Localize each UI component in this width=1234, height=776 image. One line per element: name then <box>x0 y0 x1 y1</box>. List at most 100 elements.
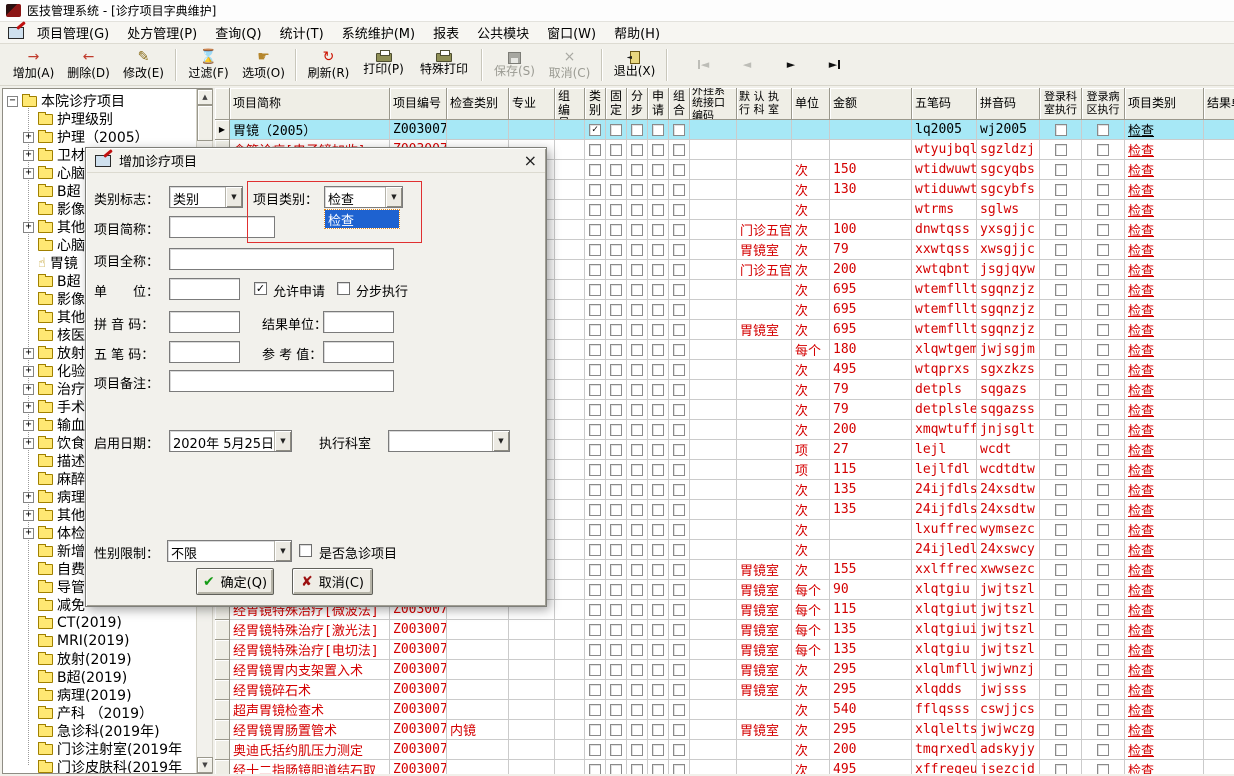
checkbox-cb_apply[interactable] <box>652 223 664 236</box>
checkbox-cb_apply[interactable] <box>652 263 664 276</box>
checkbox-cb_login_dept[interactable] <box>1054 663 1067 676</box>
checkbox-cb_login_dept[interactable] <box>1054 163 1067 176</box>
checkbox-cb_fixed[interactable] <box>610 523 622 536</box>
checkbox-cb_login_dept[interactable] <box>1054 423 1067 436</box>
category-flag-combo[interactable]: 类别 ▼ <box>169 186 243 208</box>
checkbox-cb_apply[interactable] <box>652 743 664 756</box>
table-row[interactable]: 经胃镜胃内支架置入术 Z003007 胃镜室次 295 xlqlmfll jwjwnzj 检… <box>215 660 1234 680</box>
ref-value-input[interactable] <box>323 341 394 363</box>
table-row[interactable]: ▶ 胃镜（2005） Z003007 ✓ lq2005 wj2005 检查 <box>215 120 1234 140</box>
checkbox-cb_fixed[interactable] <box>610 443 622 456</box>
checkbox-cb_group[interactable] <box>673 143 685 156</box>
scroll-down-button[interactable]: ▼ <box>197 757 213 773</box>
chevron-down-icon[interactable]: ▼ <box>492 431 509 451</box>
nav-next-button[interactable]: ► <box>776 54 806 76</box>
exec-dept-combo[interactable]: ▼ <box>388 430 510 452</box>
checkbox-cb_login_ward[interactable] <box>1097 283 1109 296</box>
checkbox-cb_step[interactable] <box>631 423 643 436</box>
checkbox-cb_class[interactable] <box>589 283 601 296</box>
checkbox-cb_login_dept[interactable] <box>1054 623 1067 636</box>
checkbox-cb_step[interactable] <box>631 443 643 456</box>
checkbox-cb_class[interactable] <box>589 743 601 756</box>
checkbox-cb_login_ward[interactable] <box>1097 163 1109 176</box>
table-row[interactable]: 经十二指肠镜胆道结石取 Z003007 次 495 xffreqeu jsezcjd 检查 <box>215 760 1234 774</box>
dialog-close-button[interactable]: × <box>524 151 537 171</box>
checkbox-cb_fixed[interactable] <box>610 343 622 356</box>
checkbox-cb_apply[interactable] <box>652 603 664 616</box>
checkbox-cb_apply[interactable] <box>652 463 664 476</box>
full-name-input[interactable] <box>169 248 394 270</box>
tree-item[interactable]: 护理级别 <box>3 110 198 128</box>
checkbox-cb_class[interactable] <box>589 543 601 556</box>
checkbox-cb_group[interactable] <box>673 543 685 556</box>
checkbox-cb_login_dept[interactable] <box>1054 283 1067 296</box>
checkbox-cb_login_dept[interactable] <box>1054 203 1067 216</box>
checkbox-cb_fixed[interactable] <box>610 123 622 136</box>
checkbox-cb_group[interactable] <box>673 123 685 136</box>
checkbox-cb_apply[interactable] <box>652 723 664 736</box>
checkbox-cb_login_ward[interactable] <box>1097 223 1109 236</box>
checkbox-cb_group[interactable] <box>673 183 685 196</box>
checkbox-cb_apply[interactable] <box>652 543 664 556</box>
checkbox-cb_class[interactable] <box>589 203 601 216</box>
checkbox-cb_login_ward[interactable] <box>1097 303 1109 316</box>
checkbox-cb_step[interactable] <box>631 703 643 716</box>
checkbox-cb_class[interactable] <box>589 323 601 336</box>
checkbox-cb_login_dept[interactable] <box>1054 483 1067 496</box>
tree-expand-box[interactable]: + <box>23 149 34 161</box>
checkbox-cb_apply[interactable] <box>652 503 664 516</box>
tree-expand-box[interactable]: + <box>23 527 34 539</box>
wubi-input[interactable] <box>169 341 240 363</box>
checkbox-cb_fixed[interactable] <box>610 483 622 496</box>
checkbox-cb_login_dept[interactable] <box>1054 183 1067 196</box>
checkbox-cb_class[interactable] <box>589 683 601 696</box>
refresh-button[interactable]: ↻ 刷新(R) <box>301 46 356 84</box>
checkbox-cb_group[interactable] <box>673 643 685 656</box>
checkbox-cb_login_dept[interactable] <box>1054 403 1067 416</box>
checkbox-cb_step[interactable] <box>631 503 643 516</box>
checkbox-cb_step[interactable] <box>631 263 643 276</box>
checkbox-cb_apply[interactable] <box>652 143 664 156</box>
nav-first-button[interactable]: ◄ <box>688 54 718 76</box>
checkbox-cb_fixed[interactable] <box>610 563 622 576</box>
checkbox-cb_login_dept[interactable] <box>1054 543 1067 556</box>
checkbox-cb_login_ward[interactable] <box>1097 503 1109 516</box>
special-print-button[interactable]: 特殊打印 <box>411 46 477 84</box>
checkbox-cb_step[interactable] <box>631 303 643 316</box>
checkbox-cb_login_dept[interactable] <box>1054 143 1067 156</box>
checkbox-cb_login_ward[interactable] <box>1097 763 1109 774</box>
checkbox-cb_fixed[interactable] <box>610 243 622 256</box>
delete-button[interactable]: ← 删除(D) <box>61 46 116 84</box>
checkbox-cb_login_dept[interactable] <box>1054 523 1067 536</box>
checkbox-cb_login_dept[interactable] <box>1054 683 1067 696</box>
checkbox-cb_fixed[interactable] <box>610 643 622 656</box>
tree-expand-box[interactable]: − <box>7 95 18 107</box>
checkbox-cb_class[interactable] <box>589 403 601 416</box>
checkbox-cb_step[interactable] <box>631 383 643 396</box>
checkbox-cb_login_dept[interactable] <box>1054 643 1067 656</box>
checkbox-cb_apply[interactable] <box>652 523 664 536</box>
checkbox-cb_class[interactable] <box>589 583 601 596</box>
checkbox-cb_login_ward[interactable] <box>1097 183 1109 196</box>
checkbox-cb_fixed[interactable] <box>610 383 622 396</box>
tree-item[interactable]: 急诊科(2019年) <box>3 722 198 740</box>
tree-item[interactable]: B超(2019) <box>3 668 198 686</box>
tree-item[interactable]: 门诊注射室(2019年 <box>3 740 198 758</box>
checkbox-cb_fixed[interactable] <box>610 403 622 416</box>
checkbox-cb_login_ward[interactable] <box>1097 463 1109 476</box>
checkbox-cb_class[interactable] <box>589 563 601 576</box>
checkbox-cb_fixed[interactable] <box>610 423 622 436</box>
checkbox-cb_fixed[interactable] <box>610 263 622 276</box>
checkbox-cb_step[interactable] <box>631 223 643 236</box>
checkbox-cb_group[interactable] <box>673 163 685 176</box>
tree-item[interactable]: 放射(2019) <box>3 650 198 668</box>
checkbox-cb_login_ward[interactable] <box>1097 143 1109 156</box>
checkbox-cb_fixed[interactable] <box>610 323 622 336</box>
checkbox-cb_step[interactable] <box>631 243 643 256</box>
checkbox-cb_login_ward[interactable] <box>1097 363 1109 376</box>
item-type-combo[interactable]: 检查 ▼ <box>324 186 403 208</box>
tree-expand-box[interactable]: + <box>23 365 34 377</box>
checkbox-cb_step[interactable] <box>631 483 643 496</box>
checkbox-cb_login_dept[interactable] <box>1054 583 1067 596</box>
checkbox-cb_group[interactable] <box>673 243 685 256</box>
